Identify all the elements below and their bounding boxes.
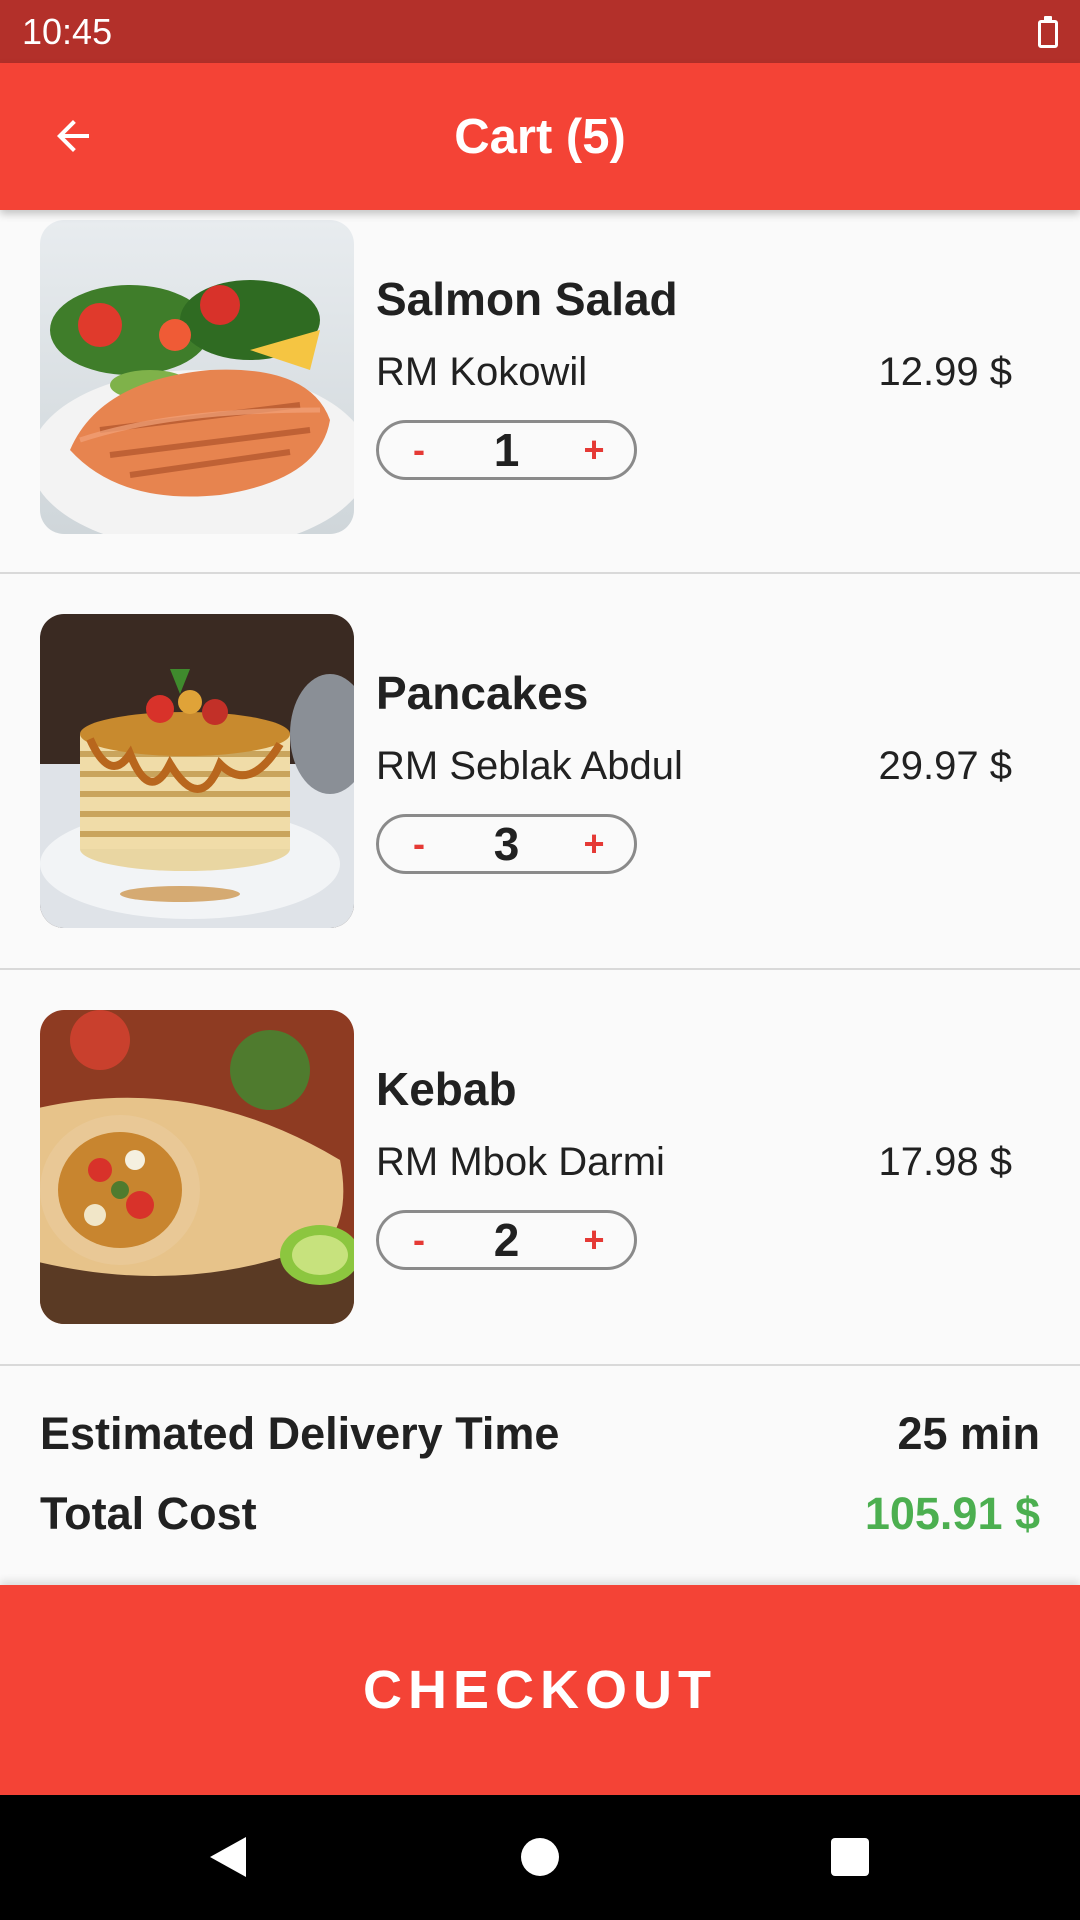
item-name: Kebab bbox=[376, 1063, 517, 1115]
system-nav-bar bbox=[0, 1795, 1080, 1920]
nav-back-button[interactable] bbox=[196, 1825, 260, 1889]
item-price: 29.97 $ bbox=[878, 744, 1012, 788]
quantity-stepper: - 2 + bbox=[376, 1210, 637, 1270]
item-price: 17.98 $ bbox=[878, 1140, 1012, 1184]
status-bar: 10:45 bbox=[0, 0, 1080, 63]
total-cost-label: Total Cost bbox=[40, 1488, 257, 1539]
page-title: Cart (5) bbox=[454, 109, 626, 164]
quantity-stepper: - 1 + bbox=[376, 420, 637, 480]
decrease-quantity-button[interactable]: - bbox=[401, 429, 437, 471]
total-cost-row: Total Cost 105.91 $ bbox=[40, 1488, 1040, 1540]
increase-quantity-button[interactable]: + bbox=[576, 429, 612, 471]
cart-list: Salmon Salad RM Kokowil 12.99 $ - 1 + Pa… bbox=[0, 210, 1080, 1366]
food-image-salmon-salad bbox=[40, 220, 354, 534]
arrow-back-icon bbox=[57, 120, 89, 152]
nav-recents-icon bbox=[831, 1838, 869, 1876]
food-image-kebab bbox=[40, 1010, 354, 1324]
quantity-stepper: - 3 + bbox=[376, 814, 637, 874]
app-bar: Cart (5) bbox=[0, 63, 1080, 210]
cart-item-kebab: Kebab RM Mbok Darmi 17.98 $ - 2 + bbox=[0, 970, 1080, 1366]
battery-icon bbox=[1038, 15, 1058, 48]
cart-item-pancakes: Pancakes RM Seblak Abdul 29.97 $ - 3 + bbox=[0, 574, 1080, 970]
decrease-quantity-button[interactable]: - bbox=[401, 1219, 437, 1261]
back-button[interactable] bbox=[30, 93, 116, 179]
quantity-value: 3 bbox=[493, 818, 520, 870]
item-restaurant: RM Mbok Darmi bbox=[376, 1140, 665, 1184]
item-restaurant: RM Kokowil bbox=[376, 350, 588, 394]
nav-home-button[interactable] bbox=[508, 1825, 572, 1889]
quantity-value: 1 bbox=[493, 424, 520, 476]
increase-quantity-button[interactable]: + bbox=[576, 823, 612, 865]
delivery-time-value: 25 min bbox=[897, 1408, 1040, 1459]
delivery-time-row: Estimated Delivery Time 25 min bbox=[40, 1408, 1040, 1460]
food-image-pancakes bbox=[40, 614, 354, 928]
delivery-time-label: Estimated Delivery Time bbox=[40, 1408, 560, 1459]
status-time: 10:45 bbox=[22, 10, 113, 52]
item-name: Salmon Salad bbox=[376, 273, 678, 325]
item-price: 12.99 $ bbox=[878, 350, 1012, 394]
checkout-button[interactable]: CHECKOUT bbox=[0, 1585, 1080, 1795]
quantity-value: 2 bbox=[493, 1214, 520, 1266]
item-name: Pancakes bbox=[376, 667, 589, 719]
item-restaurant: RM Seblak Abdul bbox=[376, 744, 683, 788]
increase-quantity-button[interactable]: + bbox=[576, 1219, 612, 1261]
nav-recents-button[interactable] bbox=[818, 1825, 882, 1889]
order-summary: Estimated Delivery Time 25 min Total Cos… bbox=[0, 1370, 1080, 1586]
total-cost-value: 105.91 $ bbox=[864, 1488, 1040, 1539]
cart-item-salmon-salad: Salmon Salad RM Kokowil 12.99 $ - 1 + bbox=[0, 210, 1080, 574]
nav-back-icon bbox=[210, 1837, 246, 1877]
nav-home-icon bbox=[521, 1838, 559, 1876]
decrease-quantity-button[interactable]: - bbox=[401, 823, 437, 865]
